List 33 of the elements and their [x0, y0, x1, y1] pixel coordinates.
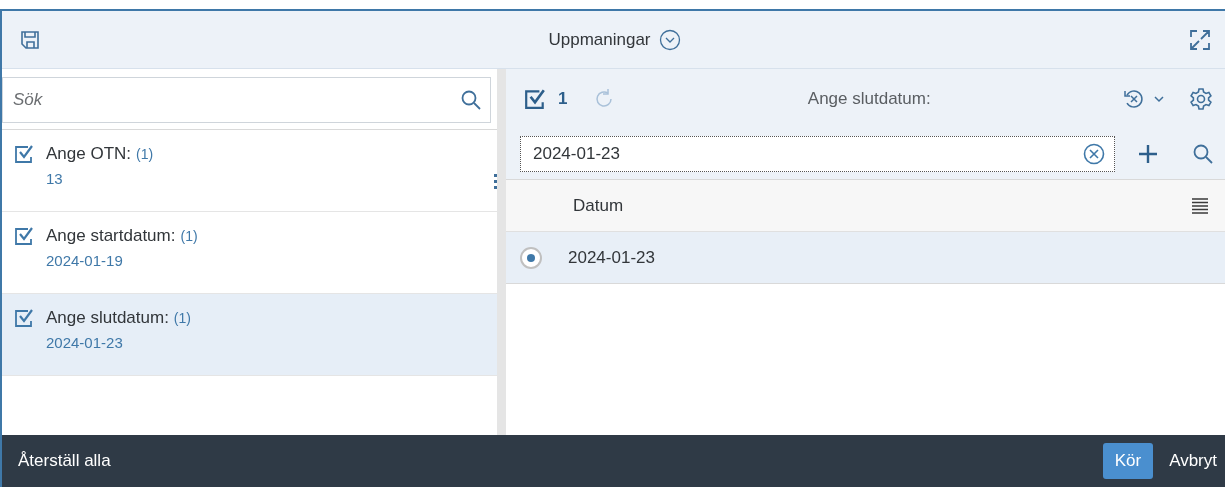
- add-icon[interactable]: [1137, 143, 1159, 165]
- settings-icon[interactable]: [1189, 87, 1213, 111]
- prompt-title: Ange slutdatum:: [806, 89, 932, 109]
- dropdown-icon[interactable]: [658, 28, 681, 51]
- prompt-value: 2024-01-23: [46, 334, 124, 351]
- column-header: Datum: [573, 195, 624, 216]
- search-icon[interactable]: [1193, 144, 1213, 164]
- table-cell: 2024-01-23: [568, 247, 655, 268]
- selected-count: 1: [558, 89, 568, 109]
- search-icon[interactable]: [461, 90, 481, 110]
- prompt-item[interactable]: Ange slutdatum: (1) 2024-01-23: [2, 294, 497, 376]
- prompt-label: Ange slutdatum: (1): [46, 308, 191, 328]
- checkbox-icon[interactable]: [14, 226, 34, 246]
- reset-dropdown-icon[interactable]: [1123, 88, 1167, 110]
- list-icon[interactable]: [1191, 196, 1209, 215]
- dialog-title: Uppmaningar: [548, 29, 651, 50]
- clear-icon[interactable]: [1083, 143, 1105, 165]
- radio-button[interactable]: [520, 246, 542, 269]
- cancel-button[interactable]: Avbryt: [1153, 443, 1217, 479]
- checkbox-icon[interactable]: [14, 308, 34, 328]
- table-row[interactable]: 2024-01-23: [506, 232, 1225, 284]
- reset-all-button[interactable]: Återställ alla: [18, 445, 111, 477]
- grip-icon[interactable]: [494, 174, 497, 190]
- prompt-value: 13: [46, 170, 64, 187]
- save-icon[interactable]: [20, 29, 40, 50]
- prompt-label: Ange startdatum: (1): [46, 226, 198, 246]
- date-input-field[interactable]: 2024-01-23: [520, 136, 1115, 172]
- checkbox-icon[interactable]: [524, 88, 546, 110]
- prompt-label: Ange OTN: (1): [46, 144, 154, 164]
- search-field[interactable]: Sök: [2, 77, 491, 123]
- prompt-value: 2024-01-19: [46, 252, 124, 269]
- checkbox-icon[interactable]: [14, 144, 34, 164]
- expand-icon[interactable]: [1189, 28, 1211, 51]
